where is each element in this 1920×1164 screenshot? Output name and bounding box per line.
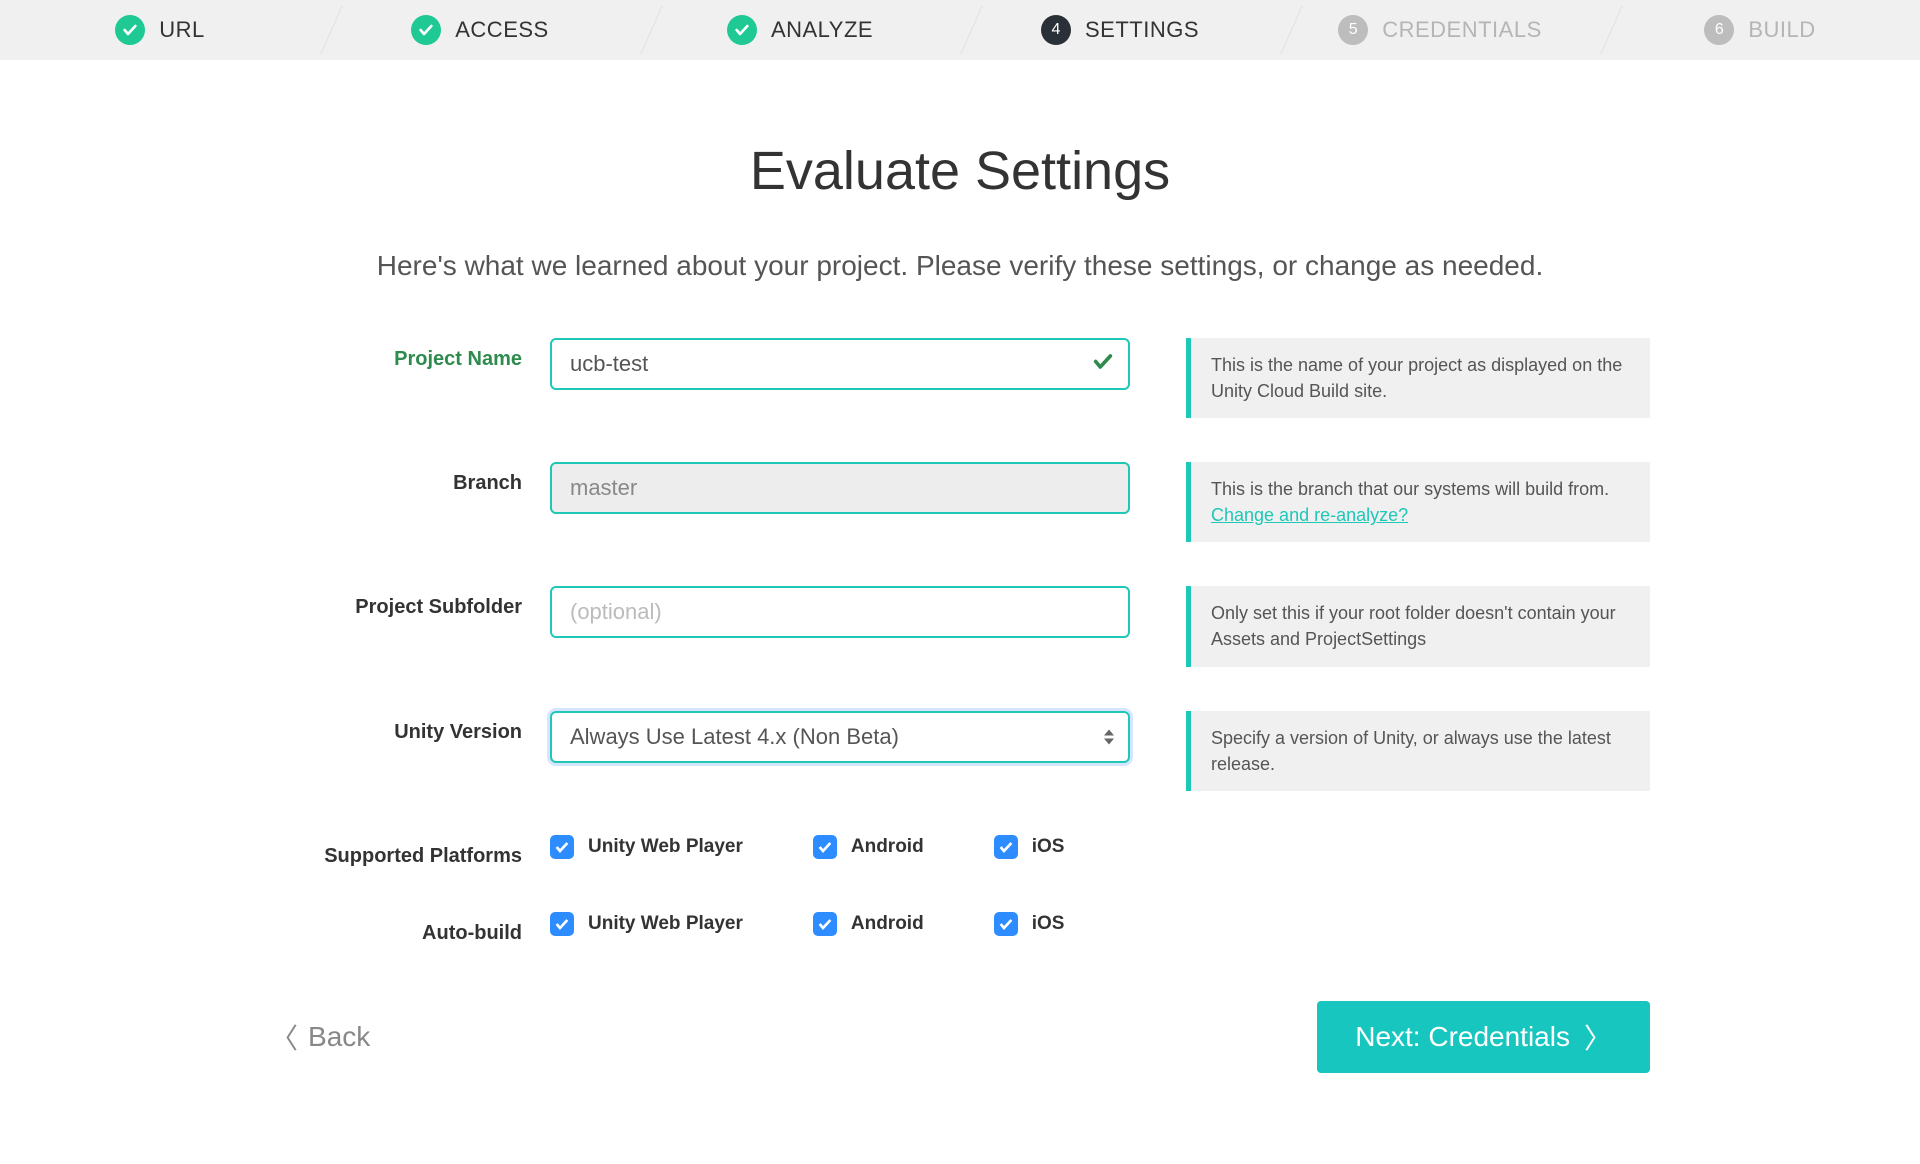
- hint-branch-text: This is the branch that our systems will…: [1211, 479, 1609, 499]
- step-label: SETTINGS: [1085, 17, 1199, 43]
- row-unity-version: Unity Version Always Use Latest 4.x (Non…: [270, 711, 1650, 791]
- step-settings[interactable]: 4 SETTINGS: [960, 0, 1280, 60]
- hint-subfolder: Only set this if your root folder doesn'…: [1186, 586, 1650, 666]
- step-label: URL: [159, 17, 205, 43]
- checkbox-icon[interactable]: [813, 912, 837, 936]
- autobuild-uwp[interactable]: Unity Web Player: [550, 912, 743, 936]
- supported-android-label: Android: [851, 836, 924, 858]
- check-icon: [727, 15, 757, 45]
- step-label: ACCESS: [455, 17, 548, 43]
- step-credentials[interactable]: 5 CREDENTIALS: [1280, 0, 1600, 60]
- autobuild-ios-label: iOS: [1032, 913, 1065, 935]
- row-subfolder: Project Subfolder Only set this if your …: [270, 586, 1650, 666]
- hint-unity-version: Specify a version of Unity, or always us…: [1186, 711, 1650, 791]
- checkbox-icon[interactable]: [550, 912, 574, 936]
- checkbox-icon[interactable]: [994, 835, 1018, 859]
- step-url[interactable]: URL: [0, 0, 320, 60]
- autobuild-uwp-label: Unity Web Player: [588, 913, 743, 935]
- supported-android[interactable]: Android: [813, 835, 924, 859]
- stepper: URL ACCESS ANALYZE 4 SETTINGS 5 CREDENTI…: [0, 0, 1920, 60]
- label-supported-platforms: Supported Platforms: [270, 835, 550, 868]
- next-credentials-button[interactable]: Next: Credentials 〉: [1317, 1001, 1650, 1073]
- step-number: 4: [1041, 15, 1071, 45]
- label-unity-version: Unity Version: [270, 711, 550, 744]
- subfolder-input[interactable]: [550, 586, 1130, 638]
- label-branch: Branch: [270, 462, 550, 495]
- check-icon: [1092, 351, 1114, 378]
- step-number: 5: [1338, 15, 1368, 45]
- supported-ios[interactable]: iOS: [994, 835, 1065, 859]
- check-icon: [115, 15, 145, 45]
- hint-branch: This is the branch that our systems will…: [1186, 462, 1650, 542]
- row-project-name: Project Name This is the name of your pr…: [270, 338, 1650, 418]
- step-build[interactable]: 6 BUILD: [1600, 0, 1920, 60]
- check-icon: [411, 15, 441, 45]
- step-analyze[interactable]: ANALYZE: [640, 0, 960, 60]
- chevron-left-icon: 〈: [270, 1017, 298, 1057]
- autobuild-android[interactable]: Android: [813, 912, 924, 936]
- row-autobuild: Auto-build Unity Web Player Android iOS: [270, 912, 1650, 945]
- back-button[interactable]: 〈 Back: [270, 1017, 370, 1057]
- supported-uwp[interactable]: Unity Web Player: [550, 835, 743, 859]
- autobuild-android-label: Android: [851, 913, 924, 935]
- step-number: 6: [1704, 15, 1734, 45]
- step-label: CREDENTIALS: [1382, 17, 1542, 43]
- project-name-input[interactable]: [550, 338, 1130, 390]
- label-project-name: Project Name: [270, 338, 550, 371]
- step-label: BUILD: [1748, 17, 1815, 43]
- autobuild-ios[interactable]: iOS: [994, 912, 1065, 936]
- change-reanalyze-link[interactable]: Change and re-analyze?: [1211, 505, 1408, 525]
- back-label: Back: [308, 1021, 370, 1053]
- branch-input: [550, 462, 1130, 514]
- next-label: Next: Credentials: [1355, 1021, 1570, 1053]
- label-subfolder: Project Subfolder: [270, 586, 550, 619]
- row-supported-platforms: Supported Platforms Unity Web Player And…: [270, 835, 1650, 868]
- step-label: ANALYZE: [771, 17, 873, 43]
- chevron-right-icon: 〉: [1584, 1017, 1612, 1057]
- step-access[interactable]: ACCESS: [320, 0, 640, 60]
- row-branch: Branch This is the branch that our syste…: [270, 462, 1650, 542]
- supported-uwp-label: Unity Web Player: [588, 836, 743, 858]
- checkbox-icon[interactable]: [994, 912, 1018, 936]
- page-title: Evaluate Settings: [270, 140, 1650, 202]
- checkbox-icon[interactable]: [813, 835, 837, 859]
- supported-ios-label: iOS: [1032, 836, 1065, 858]
- page-subtitle: Here's what we learned about your projec…: [270, 250, 1650, 282]
- unity-version-select[interactable]: Always Use Latest 4.x (Non Beta): [550, 711, 1130, 763]
- hint-project-name: This is the name of your project as disp…: [1186, 338, 1650, 418]
- label-autobuild: Auto-build: [270, 912, 550, 945]
- checkbox-icon[interactable]: [550, 835, 574, 859]
